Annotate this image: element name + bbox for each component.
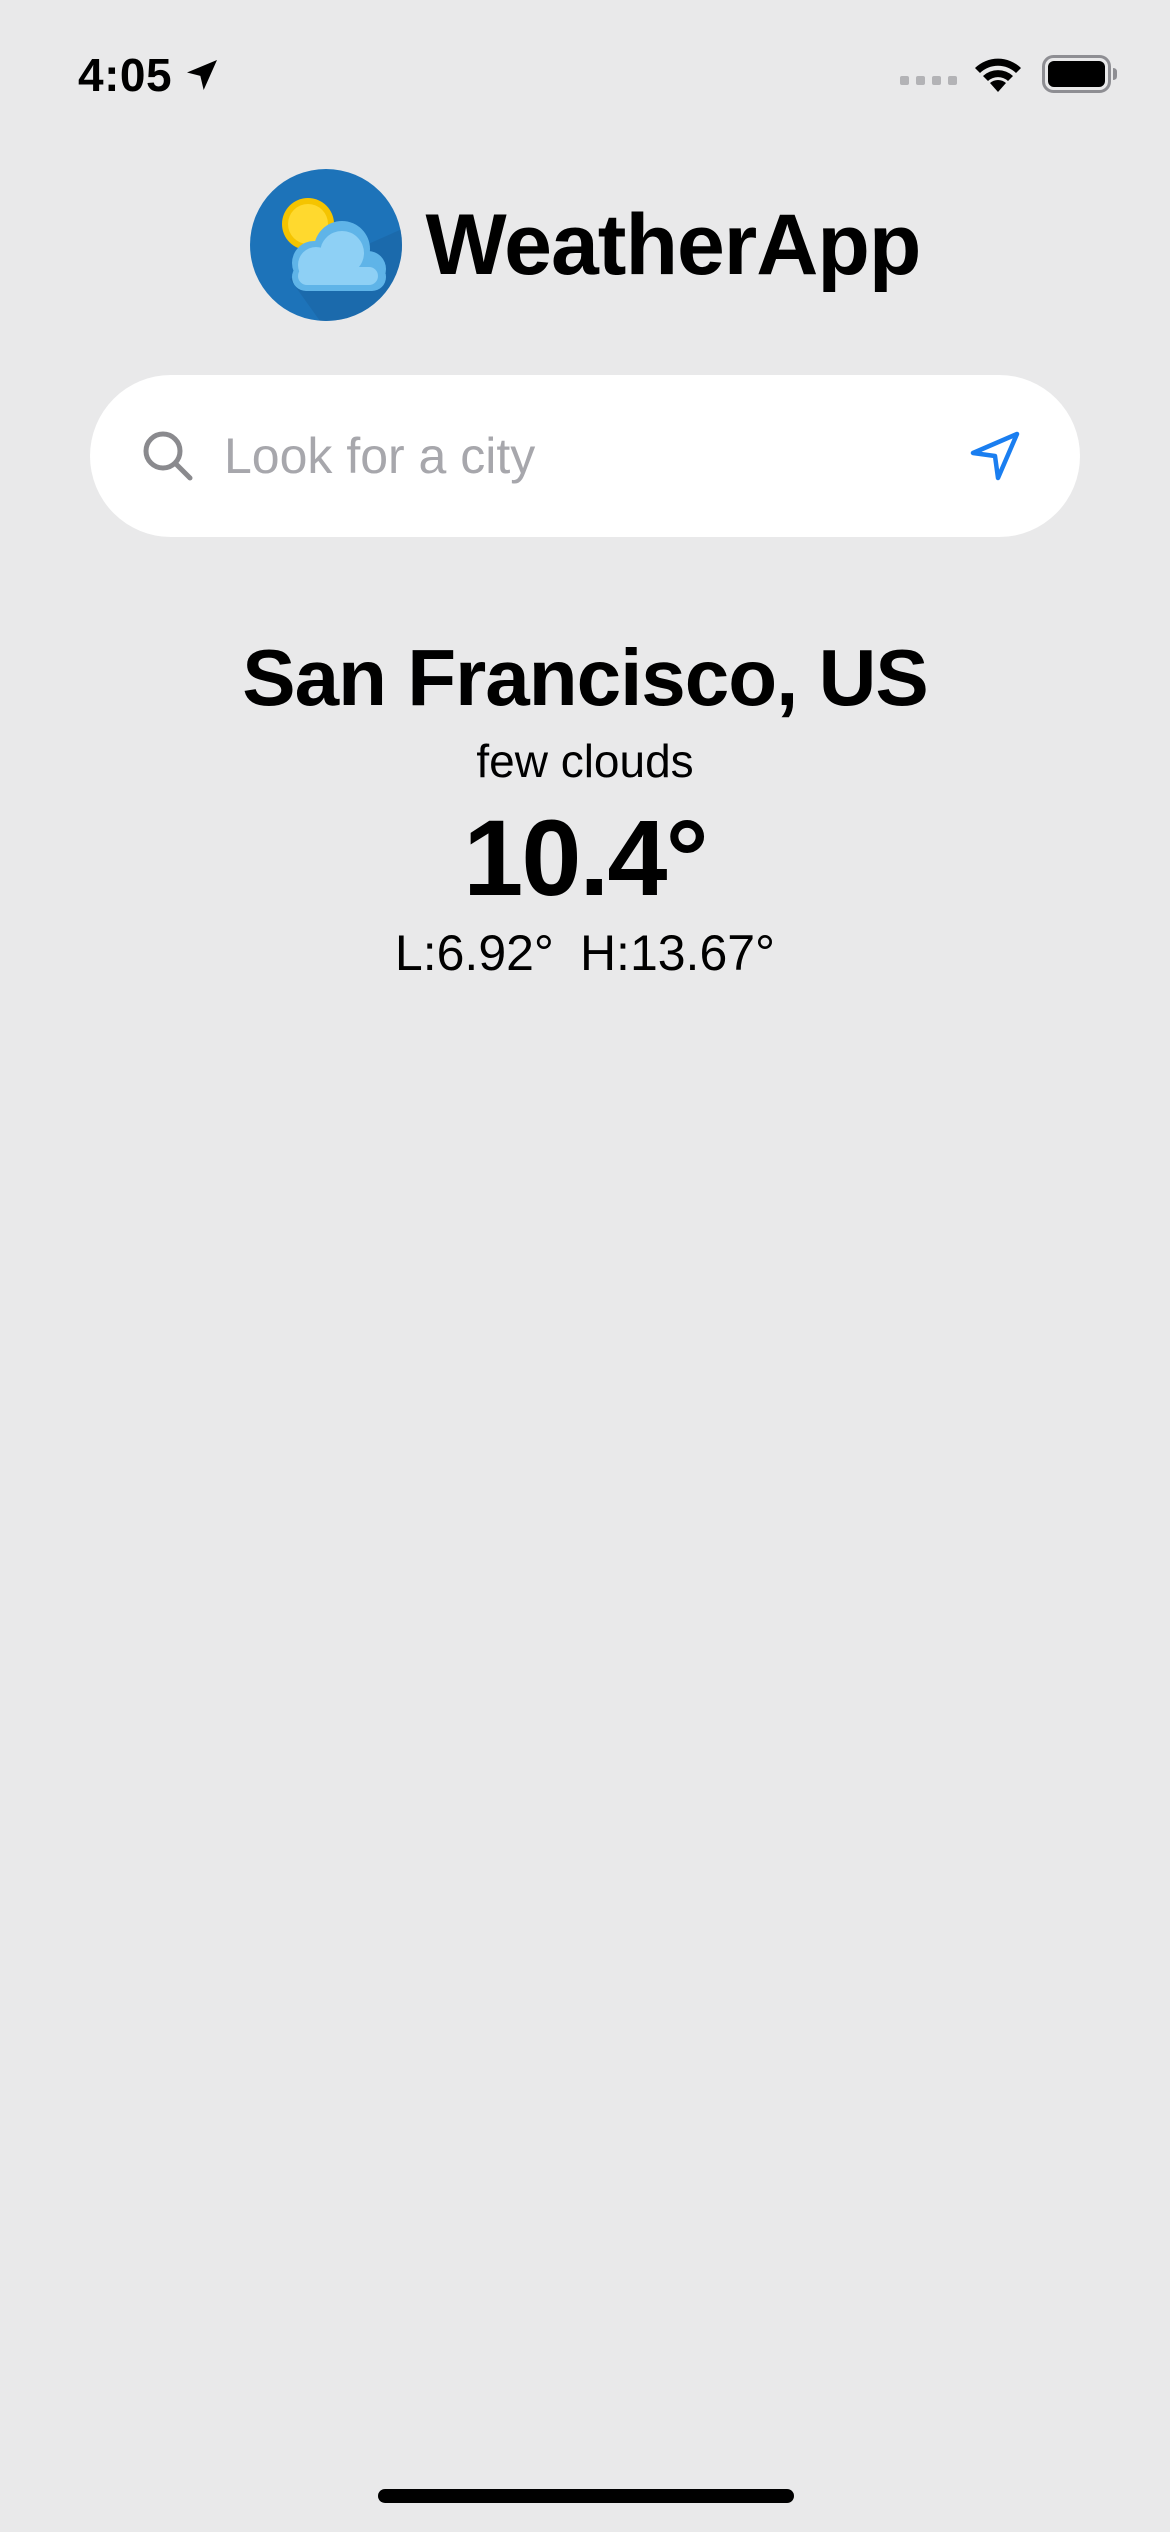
city-search-input[interactable] bbox=[224, 416, 960, 496]
low-temperature: L:6.92° bbox=[394, 925, 554, 981]
cellular-signal-icon bbox=[900, 76, 957, 85]
high-temperature: H:13.67° bbox=[579, 925, 776, 981]
city-search-bar[interactable] bbox=[90, 375, 1080, 537]
current-location-button[interactable] bbox=[960, 421, 1030, 491]
weather-description: few clouds bbox=[476, 735, 694, 787]
navigate-arrow-icon bbox=[970, 431, 1020, 481]
wifi-icon bbox=[975, 58, 1021, 92]
weather-summary: San Francisco, US few clouds 10.4° L:6.9… bbox=[0, 628, 1170, 984]
current-temperature: 10.4° bbox=[463, 797, 708, 918]
status-time-group: 4:05 bbox=[78, 40, 222, 110]
app-header: WeatherApp bbox=[0, 168, 1170, 322]
temperature-range: L:6.92° H:13.67° bbox=[0, 922, 1170, 984]
status-time: 4:05 bbox=[78, 49, 173, 101]
status-icons bbox=[900, 48, 1118, 100]
status-bar: 4:05 bbox=[0, 0, 1170, 150]
sun-cloud-logo-icon bbox=[249, 169, 402, 321]
city-name: San Francisco, US bbox=[242, 633, 928, 722]
battery-icon bbox=[1042, 55, 1117, 93]
search-icon bbox=[143, 431, 193, 481]
app-title: WeatherApp bbox=[425, 196, 922, 293]
home-indicator[interactable] bbox=[378, 2489, 794, 2503]
location-arrow-icon bbox=[187, 60, 218, 90]
